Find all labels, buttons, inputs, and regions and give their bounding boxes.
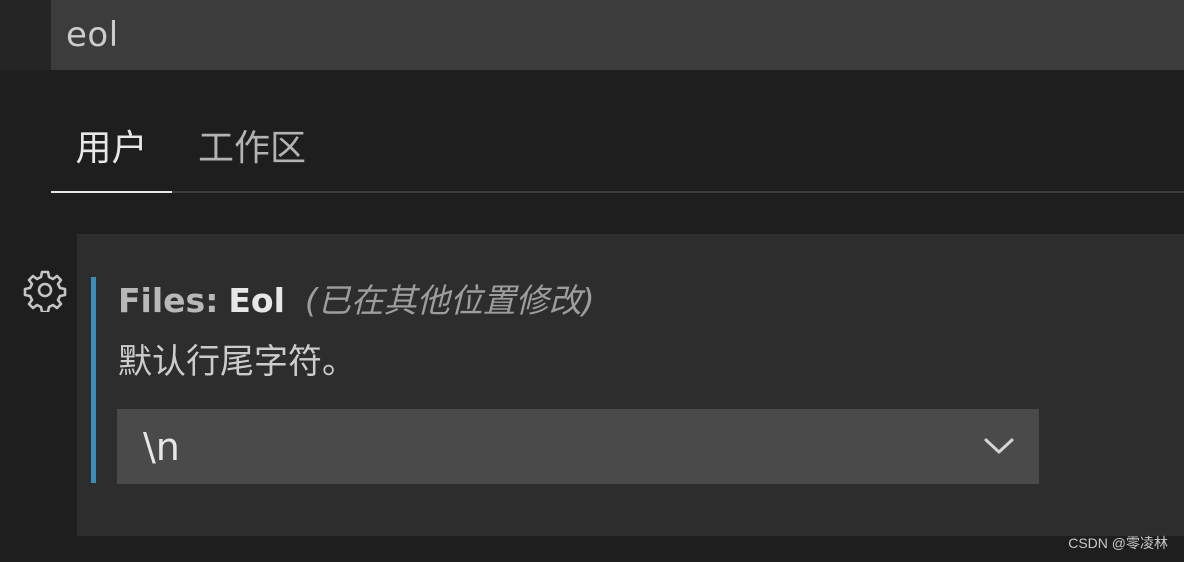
chevron-down-icon (984, 438, 1014, 454)
settings-search-box[interactable] (51, 0, 1184, 70)
eol-select-value: \n (143, 424, 180, 469)
modified-elsewhere-note[interactable]: (已在其他位置修改) (305, 274, 595, 322)
watermark: CSDN @零凌林 (1068, 535, 1168, 551)
settings-editor: 用户 工作区 Files: Eol (已在其他位置修改) 默认行尾字符。 \n … (0, 0, 1184, 562)
eol-select[interactable]: \n (117, 409, 1039, 484)
activity-bar-edge (0, 0, 51, 70)
tab-workspace[interactable]: 工作区 (172, 98, 332, 191)
setting-category: Files: (118, 281, 219, 320)
tab-user[interactable]: 用户 (51, 98, 172, 193)
gear-icon[interactable] (23, 268, 67, 312)
setting-title: Files: Eol (已在其他位置修改) (118, 274, 595, 320)
modified-indicator-bar (91, 277, 96, 483)
setting-description: 默认行尾字符。 (118, 342, 356, 382)
setting-label: Eol (228, 281, 285, 320)
settings-search-input[interactable] (66, 15, 1184, 55)
tab-user-label: 用户 (75, 127, 148, 169)
tab-workspace-label: 工作区 (197, 127, 306, 169)
settings-scope-tabs: 用户 工作区 (51, 100, 1184, 193)
